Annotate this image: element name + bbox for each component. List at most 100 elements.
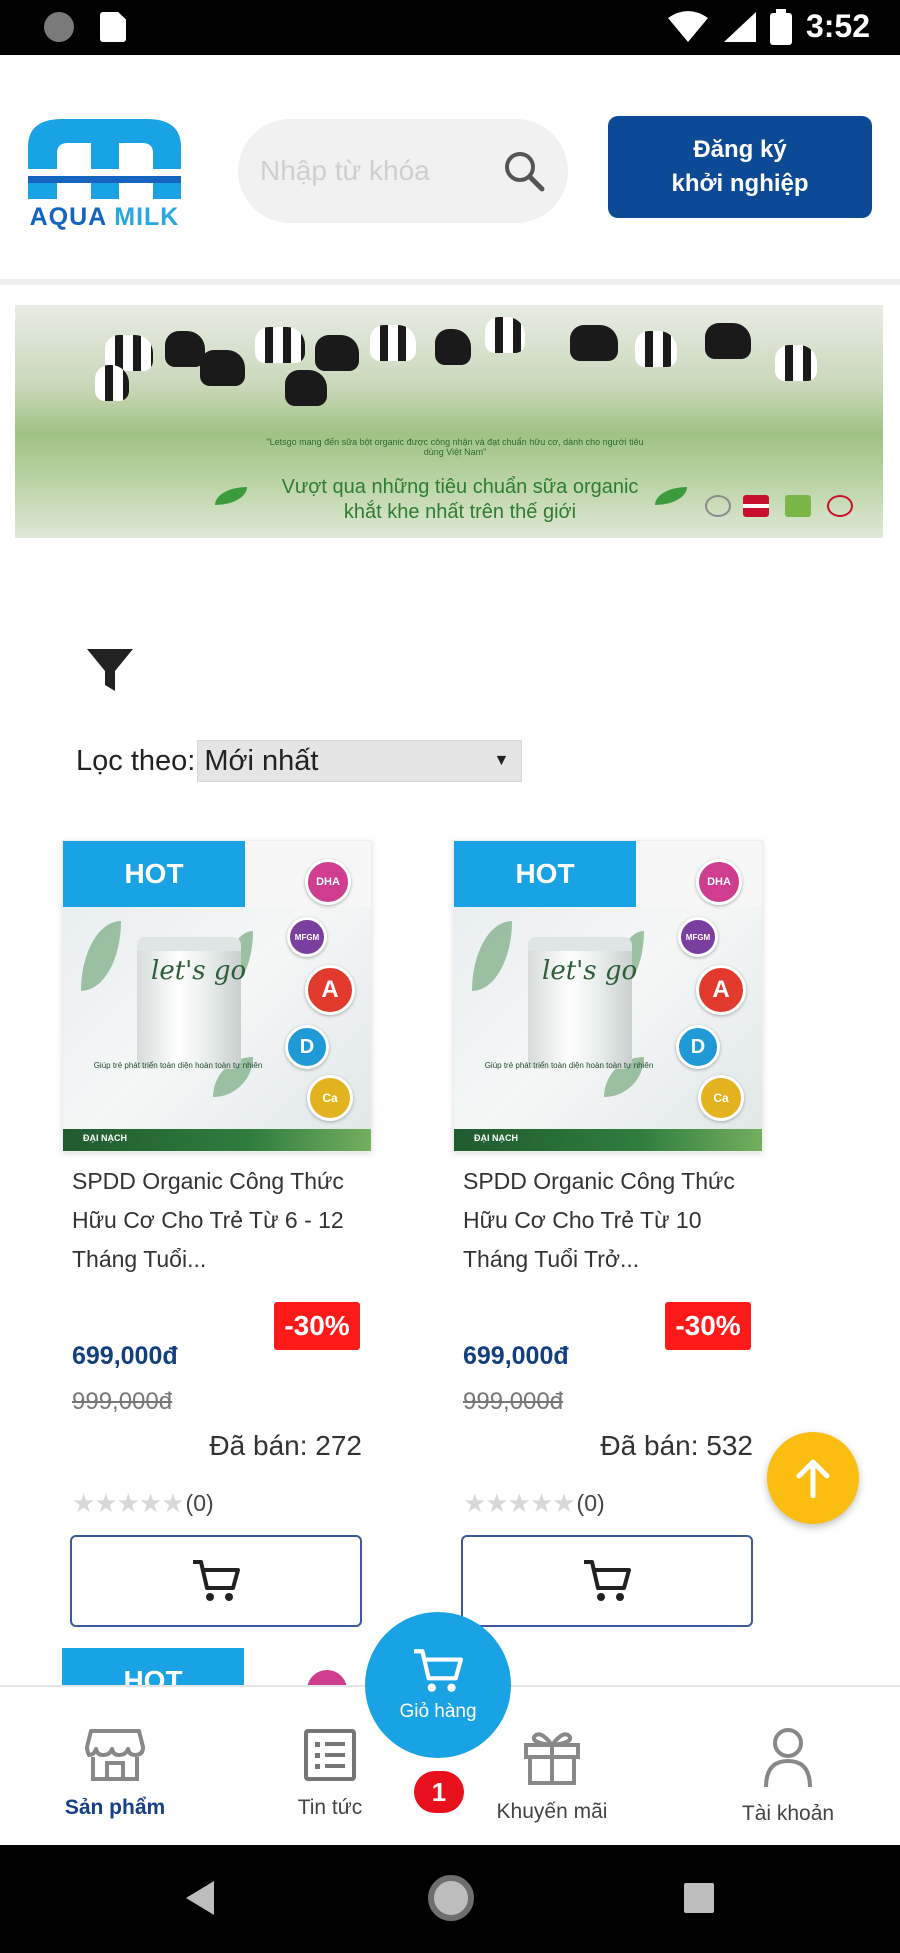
rating-count: (0)	[185, 1490, 214, 1516]
battery-icon	[769, 8, 792, 45]
sold-count: Đã bán: 532	[600, 1430, 753, 1461]
nav-label-promotions: Khuyến mãi	[496, 1800, 608, 1823]
pack-caption: Giúp trẻ phát triển toàn diện hoàn toàn …	[93, 1061, 263, 1070]
product-name[interactable]: SPDD Organic Công Thức Hữu Cơ Cho Trẻ Từ…	[72, 1162, 362, 1279]
vitamin-d-badge-icon: D	[285, 1025, 329, 1069]
cart-label: Giỏ hàng	[399, 1701, 477, 1722]
nav-label-products: Sản phẩm	[64, 1796, 166, 1819]
add-to-cart-button[interactable]	[70, 1535, 362, 1627]
cow-shape	[255, 327, 305, 363]
discount-badge: -30%	[665, 1302, 751, 1350]
eu-organic-icon	[785, 495, 811, 517]
search-box	[238, 119, 568, 223]
search-icon	[505, 152, 545, 192]
register-label-line2: khởi nghiệp	[671, 170, 809, 197]
cart-icon	[584, 1560, 631, 1601]
sd-card-icon	[100, 12, 126, 42]
status-right-icons: 3:52	[667, 8, 870, 45]
hot-badge: HOT	[454, 841, 636, 907]
leaf-decoration	[81, 921, 121, 991]
rating-count: (0)	[576, 1490, 605, 1516]
nav-label-account: Tài khoản	[741, 1802, 835, 1825]
promo-banner[interactable]: "Letsgo mang đến sữa bột organic được cô…	[15, 305, 883, 538]
cow-shape	[775, 345, 817, 381]
scroll-to-top-button[interactable]	[767, 1432, 859, 1524]
pack-brand: ĐẠI NẠCH	[474, 1133, 518, 1143]
recent-apps-icon[interactable]	[684, 1883, 714, 1913]
cart-button[interactable]: Giỏ hàng	[365, 1612, 511, 1758]
aqua-milk-logo[interactable]: AQUA MILK	[22, 113, 187, 243]
banner-headline-line2: khắt khe nhất trên thế giới	[343, 501, 577, 523]
filter-row: Lọc theo: Mới nhất ▼	[76, 740, 523, 782]
banner-headline-line1: Vượt qua những tiêu chuẩn sữa organic	[281, 476, 639, 498]
gift-icon	[524, 1732, 580, 1785]
nav-item-products[interactable]: Sản phẩm	[25, 1727, 205, 1820]
product-card[interactable]: HOT let's go Giúp trẻ phát triển toàn di…	[453, 840, 763, 1630]
vitamin-d-badge-icon: D	[676, 1025, 720, 1069]
calcium-badge-icon: Ca	[307, 1075, 353, 1121]
sort-select[interactable]: Mới nhất ▼	[197, 740, 523, 782]
cow-shape	[95, 365, 129, 401]
product-card[interactable]: HOT	[62, 1648, 372, 1688]
product-name[interactable]: SPDD Organic Công Thức Hữu Cơ Cho Trẻ Từ…	[463, 1162, 753, 1279]
cow-shape	[485, 317, 525, 353]
mfgm-badge-icon: MFGM	[678, 917, 718, 957]
rating: ★★★★★ (0)	[72, 1488, 214, 1519]
add-to-cart-button[interactable]	[461, 1535, 753, 1627]
register-startup-button[interactable]: Đăng ký khởi nghiệp	[608, 116, 872, 218]
pack-caption: Giúp trẻ phát triển toàn diện hoàn toàn …	[484, 1061, 654, 1070]
pack-brand-bar: ĐẠI NẠCH	[63, 1129, 371, 1151]
wifi-icon	[667, 10, 708, 42]
calcium-badge-icon: Ca	[698, 1075, 744, 1121]
denmark-flag-icon	[743, 495, 769, 517]
user-icon	[764, 1728, 812, 1788]
product-image[interactable]: HOT let's go Giúp trẻ phát triển toàn di…	[62, 840, 372, 1152]
cart-count-badge: 1	[414, 1771, 464, 1813]
chevron-down-icon: ▼	[493, 752, 510, 769]
search-button[interactable]	[502, 149, 546, 193]
product-old-price: 999,000đ	[463, 1388, 564, 1415]
product-price: 699,000đ	[463, 1342, 569, 1370]
logo-wordmark: AQUA MILK	[22, 203, 187, 232]
nav-item-account[interactable]: Tài khoản	[698, 1727, 878, 1826]
cow-shape	[200, 350, 245, 386]
home-icon[interactable]	[428, 1875, 474, 1921]
cart-icon	[193, 1560, 240, 1601]
logo-word-aqua: AQUA	[29, 203, 107, 231]
can-label: let's go	[151, 956, 247, 986]
app-screen: 3:52 AQUA MILK Đăng	[0, 0, 900, 1953]
vitamin-a-badge-icon: A	[305, 965, 355, 1015]
register-label-line1: Đăng ký	[693, 136, 787, 163]
product-old-price: 999,000đ	[72, 1388, 173, 1415]
leaf-decoration	[472, 921, 512, 991]
hot-badge: HOT	[62, 1648, 244, 1688]
dha-badge-icon: DHA	[305, 859, 351, 905]
filter-icon[interactable]	[85, 645, 135, 695]
filter-label: Lọc theo:	[76, 744, 196, 777]
cow-shape	[435, 329, 471, 365]
nav-item-promotions[interactable]: Khuyến mãi	[462, 1727, 642, 1824]
pack-brand: ĐẠI NẠCH	[83, 1133, 127, 1143]
search-input[interactable]	[260, 149, 480, 193]
rating: ★★★★★ (0)	[463, 1488, 605, 1519]
product-image[interactable]: HOT let's go Giúp trẻ phát triển toàn di…	[453, 840, 763, 1152]
product-card[interactable]: HOT let's go Giúp trẻ phát triển toàn di…	[62, 840, 372, 1630]
system-navigation-bar	[0, 1845, 900, 1953]
cow-shape	[165, 331, 205, 367]
pack-brand-bar: ĐẠI NẠCH	[454, 1129, 762, 1151]
product-price: 699,000đ	[72, 1342, 178, 1370]
logo-m-icon	[28, 119, 181, 199]
banner-quote: "Letsgo mang đến sữa bột organic được cô…	[266, 437, 644, 457]
star-rating-icon: ★★★★★	[463, 1488, 576, 1518]
news-icon	[304, 1729, 356, 1781]
clock: 3:52	[805, 8, 870, 44]
can-label: let's go	[542, 956, 638, 986]
sort-select-value: Mới nhất	[204, 744, 319, 777]
cow-shape	[285, 370, 327, 406]
cow-shape	[315, 335, 359, 371]
back-icon[interactable]	[186, 1881, 214, 1915]
star-rating-icon: ★★★★★	[72, 1488, 185, 1518]
status-bar: 3:52	[0, 0, 900, 55]
vitamin-a-badge-icon: A	[696, 965, 746, 1015]
logo-word-milk: MILK	[114, 203, 180, 231]
